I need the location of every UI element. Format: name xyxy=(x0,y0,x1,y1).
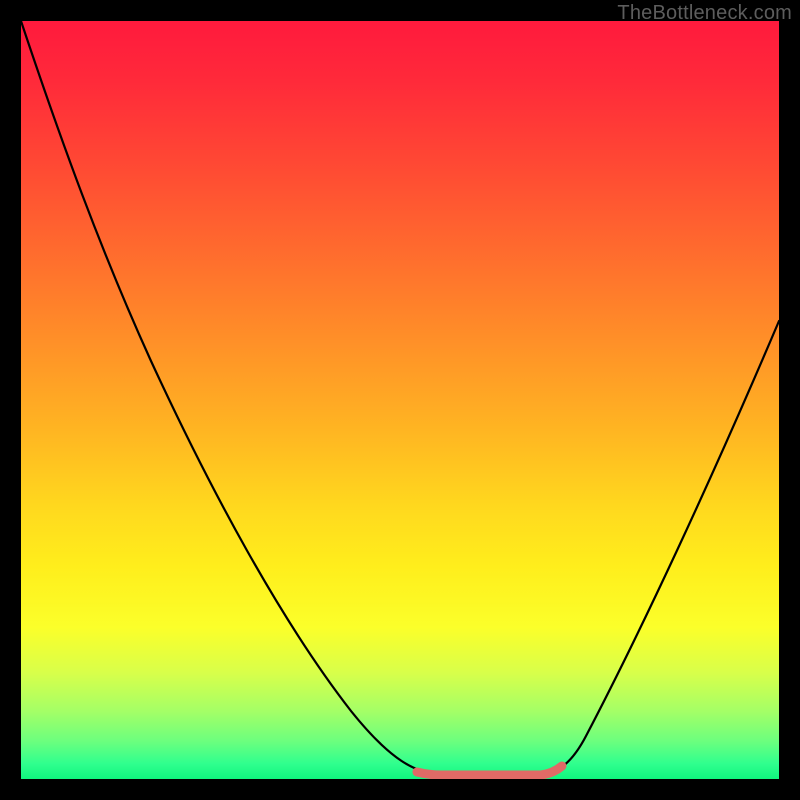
bottleneck-chart xyxy=(21,21,779,779)
bottleneck-curve xyxy=(21,21,779,775)
chart-frame xyxy=(21,21,779,779)
sweet-spot-band xyxy=(417,766,562,775)
watermark-text: TheBottleneck.com xyxy=(617,2,792,25)
